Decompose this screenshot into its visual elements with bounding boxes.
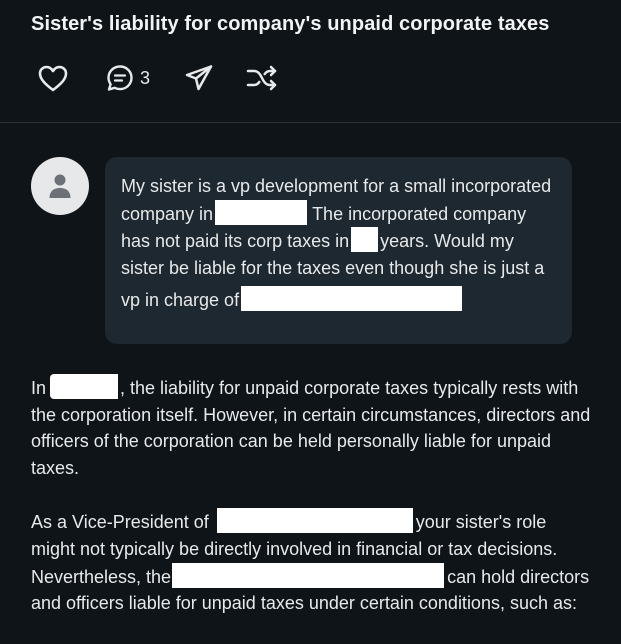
- shuffle-icon: [246, 65, 277, 91]
- answer-text: In, the liability for unpaid corporate t…: [31, 374, 591, 644]
- like-button[interactable]: [38, 65, 68, 92]
- comment-bubble-icon: [107, 65, 133, 91]
- avatar: [31, 157, 89, 215]
- user-icon: [49, 174, 71, 198]
- thread-title: Sister's liability for company's unpaid …: [31, 13, 550, 35]
- comment-button[interactable]: 3: [106, 64, 150, 92]
- thread-header: Sister's liability for company's unpaid …: [0, 0, 621, 123]
- redaction-block: [241, 285, 338, 311]
- question-bubble: My sister is a vp development for a smal…: [105, 157, 572, 344]
- answer-paragraph: As a Vice-President of your sister's role…: [31, 508, 591, 617]
- action-bar: 3: [38, 64, 278, 92]
- redaction-block: [172, 562, 445, 588]
- redaction-block: [351, 227, 379, 253]
- redaction-block: [215, 199, 308, 225]
- user-message: My sister is a vp development for a smal…: [31, 157, 572, 344]
- share-button[interactable]: [184, 64, 214, 92]
- redaction-block: [216, 508, 413, 534]
- shuffle-button[interactable]: [246, 65, 278, 91]
- heart-icon: [38, 65, 68, 91]
- send-icon: [185, 65, 213, 91]
- answer-paragraph: In, the liability for unpaid corporate t…: [31, 374, 591, 482]
- question-text: My sister is a vp development for a smal…: [121, 176, 552, 311]
- redaction-block: [50, 374, 119, 399]
- comment-count: 3: [140, 67, 151, 88]
- redaction-block: [337, 285, 463, 311]
